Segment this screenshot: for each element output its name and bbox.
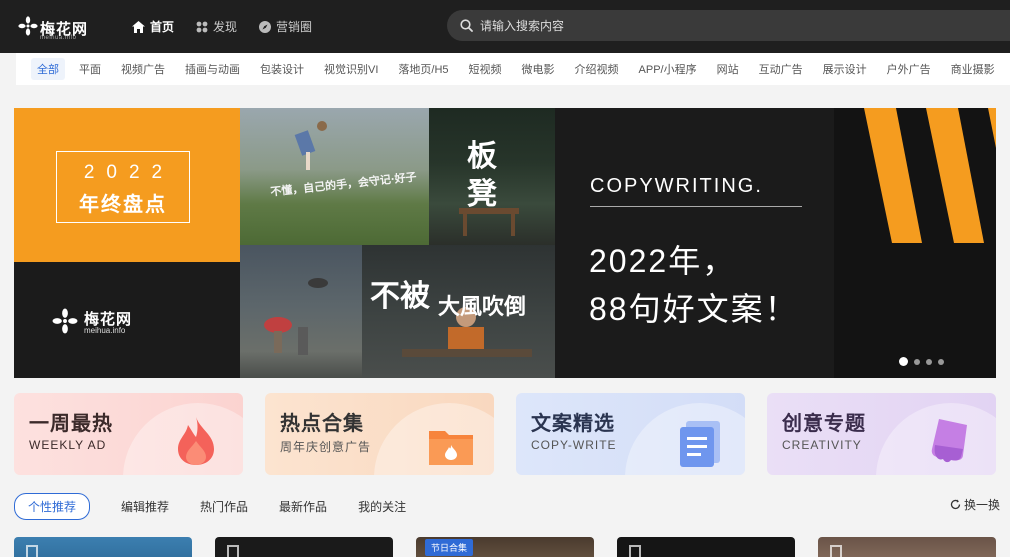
carousel-dot[interactable]: [938, 358, 944, 365]
folder-icon: [429, 431, 473, 465]
compass-icon: [259, 20, 272, 33]
category-item[interactable]: 商业摄影: [951, 61, 995, 77]
year-box: 2022 年终盘点: [56, 151, 190, 223]
category-item[interactable]: 短视频: [469, 61, 502, 77]
card-weekly-hot[interactable]: 一周最热 WEEKLY AD: [14, 393, 243, 475]
photo-caption: 不被: [370, 279, 430, 314]
carousel-dots: [899, 357, 950, 366]
category-item[interactable]: 微电影: [522, 61, 555, 77]
nav-label: 发现: [213, 20, 238, 34]
document-icon: [680, 421, 720, 467]
work-thumbnail[interactable]: [215, 537, 393, 557]
divider: [590, 206, 802, 207]
logo-sub: meihua.info: [40, 35, 77, 41]
photo-caption: 大風吹倒: [438, 294, 527, 320]
card-subtitle: 周年庆创意广告: [280, 440, 372, 454]
banner-copy-panel: COPYWRITING. 2022年， 88句好文案！: [555, 108, 834, 378]
card-creativity-topic[interactable]: 创意专题 CREATIVITY: [767, 393, 996, 475]
category-item[interactable]: 网站: [717, 61, 739, 77]
flame-icon: [178, 417, 214, 465]
card-title: 热点合集: [280, 413, 364, 435]
banner-photo-street: [240, 245, 362, 378]
thumbnail-badge: 节日合集: [425, 539, 474, 556]
card-copy-selection[interactable]: 文案精选 COPY-WRITE: [516, 393, 745, 475]
category-item[interactable]: 介绍视频: [575, 61, 619, 77]
banner-copy-zh-line2: 88句好文案！: [589, 291, 799, 327]
banner-stripes-panel: [834, 108, 996, 378]
photo-caption: 板凳: [467, 139, 497, 212]
tab-latest[interactable]: 最新作品: [279, 498, 327, 515]
plum-flower-icon: [52, 308, 78, 334]
category-item[interactable]: 包装设计: [260, 61, 304, 77]
photo-scene: [264, 278, 328, 355]
card-title: 一周最热: [29, 413, 113, 435]
category-item[interactable]: APP/小程序: [639, 61, 697, 77]
search-icon: [460, 19, 473, 32]
play-mark-icon: [227, 545, 239, 557]
card-subtitle: COPY-WRITE: [531, 438, 617, 452]
category-item[interactable]: 互动广告: [759, 61, 803, 77]
nav-item-marketing[interactable]: 营销圈: [259, 18, 312, 35]
tab-popular[interactable]: 热门作品: [200, 498, 248, 515]
brush-icon: [931, 419, 967, 463]
search-input[interactable]: [480, 10, 980, 41]
hero-banner[interactable]: 2022 年终盘点 梅花网 meihua.info 不懂，自己的手，会守记·好子…: [14, 108, 996, 378]
nav-label: 首页: [150, 20, 175, 34]
banner-logo-sub: meihua.info: [84, 326, 126, 335]
banner-copy-zh-line1: 2022年，: [589, 243, 737, 279]
work-thumbnail[interactable]: [14, 537, 192, 557]
banner-year-title: 年终盘点: [79, 194, 167, 216]
tab-editor-picks[interactable]: 编辑推荐: [121, 498, 169, 515]
card-subtitle: CREATIVITY: [782, 438, 862, 452]
top-bar: 梅花网 meihua.info 首页 发现 营销圈: [0, 0, 1010, 53]
banner-orange-panel: 2022 年终盘点: [14, 108, 240, 262]
tab-following[interactable]: 我的关注: [358, 498, 406, 515]
site-logo[interactable]: 梅花网 meihua.info: [18, 10, 90, 44]
card-subtitle: WEEKLY AD: [29, 438, 107, 452]
nav-label: 营销圈: [276, 20, 313, 34]
play-mark-icon: [830, 545, 842, 557]
carousel-dot[interactable]: [914, 358, 920, 365]
card-title: 创意专题: [782, 413, 866, 435]
banner-photo-bench: 板凳: [429, 108, 555, 245]
play-mark-icon: [26, 545, 38, 557]
work-thumbnail[interactable]: [617, 537, 795, 557]
search-bar[interactable]: [447, 10, 1010, 41]
work-thumbnail[interactable]: [818, 537, 996, 557]
banner-copy-en: COPYWRITING.: [590, 175, 763, 197]
tab-recommended[interactable]: 个性推荐: [14, 493, 91, 520]
banner-photo-girl: 不懂，自己的手，会守记·好子: [240, 108, 429, 245]
category-item[interactable]: 落地页/H5: [398, 61, 448, 77]
home-icon: [132, 20, 145, 33]
category-item[interactable]: 视觉识别VI: [324, 61, 378, 77]
carousel-dot[interactable]: [899, 357, 908, 366]
category-item[interactable]: 视频广告: [121, 61, 165, 77]
feed-tabs: 个性推荐 编辑推荐 热门作品 最新作品 我的关注: [14, 493, 437, 520]
card-title: 文案精选: [531, 413, 615, 435]
category-all[interactable]: 全部: [31, 58, 65, 80]
banner-photo-man: 不被 大風吹倒: [362, 245, 555, 378]
plum-flower-icon: [18, 16, 38, 36]
carousel-dot[interactable]: [926, 358, 932, 365]
main-nav: 首页 发现 营销圈: [132, 0, 334, 53]
banner-logo-panel: 梅花网 meihua.info: [14, 262, 240, 378]
banner-year: 2022: [83, 162, 175, 183]
category-item[interactable]: 展示设计: [823, 61, 867, 77]
nav-item-discover[interactable]: 发现: [196, 18, 237, 35]
grid-icon: [196, 21, 208, 32]
category-item[interactable]: 平面: [79, 61, 101, 77]
work-thumbnail[interactable]: 节日合集: [416, 537, 594, 557]
play-mark-icon: [629, 545, 641, 557]
stripes-decoration: [834, 108, 996, 378]
category-bar: 全部 平面 视频广告 插画与动画 包装设计 视觉识别VI 落地页/H5 短视频 …: [16, 53, 1010, 85]
nav-item-home[interactable]: 首页: [132, 18, 174, 35]
refresh-label: 换一换: [964, 498, 1001, 512]
card-hot-collection[interactable]: 热点合集 周年庆创意广告: [265, 393, 494, 475]
category-item[interactable]: 插画与动画: [185, 61, 240, 77]
refresh-button[interactable]: 换一换: [950, 496, 1000, 513]
refresh-icon: [950, 499, 961, 510]
category-item[interactable]: 户外广告: [887, 61, 931, 77]
